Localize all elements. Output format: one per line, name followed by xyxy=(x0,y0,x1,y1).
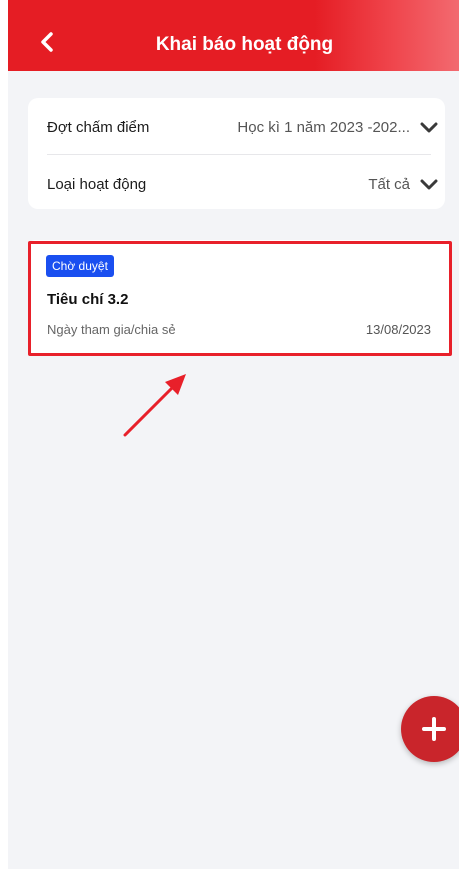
activity-type-value: Tất cả xyxy=(368,176,410,193)
chevron-down-icon xyxy=(420,122,438,133)
app-screen: Khai báo hoạt động Đợt chấm điểm Học kì … xyxy=(8,0,459,869)
period-select[interactable]: Đợt chấm điểm Học kì 1 năm 2023 -202... xyxy=(47,100,438,155)
page-title: Khai báo hoạt động xyxy=(155,34,334,55)
period-value: Học kì 1 năm 2023 -202... xyxy=(237,119,410,136)
period-label: Đợt chấm điểm xyxy=(47,119,150,136)
activity-type-select[interactable]: Loại hoạt động Tất cả xyxy=(47,157,440,211)
participation-date: 13/08/2023 xyxy=(365,322,431,337)
filter-card: Đợt chấm điểm Học kì 1 năm 2023 -202... … xyxy=(28,98,445,209)
participation-date-label: Ngày tham gia/chia sẻ xyxy=(47,322,176,337)
app-header: Khai báo hoạt động xyxy=(8,0,459,71)
plus-icon xyxy=(422,717,446,741)
status-badge: Chờ duyệt xyxy=(46,255,114,277)
chevron-down-icon xyxy=(420,179,438,190)
activity-type-label: Loại hoạt động xyxy=(47,176,147,193)
activity-title: Tiêu chí 3.2 xyxy=(47,291,129,308)
add-activity-button[interactable] xyxy=(401,696,459,762)
annotation-arrow-icon xyxy=(123,374,186,437)
